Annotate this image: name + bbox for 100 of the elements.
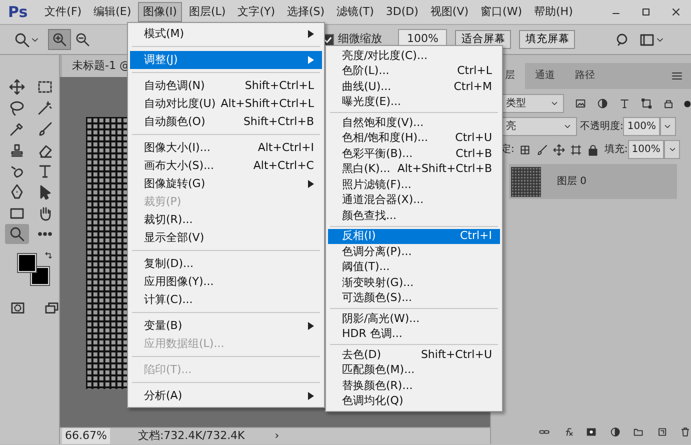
menu-item[interactable]: 色调分离(P)... [328, 244, 500, 260]
close-icon[interactable] [670, 6, 682, 18]
lock-paint-icon[interactable] [536, 144, 548, 156]
menu-bar-item[interactable]: 选择(S) [282, 2, 330, 22]
menu-item[interactable]: 调整(J) [130, 51, 322, 69]
menu-item[interactable]: HDR 色调... [328, 326, 500, 342]
maximize-icon[interactable] [640, 6, 652, 18]
menu-item[interactable]: 阈值(T)... [328, 260, 500, 275]
shortcut-text: Shift+Ctrl+L [244, 78, 314, 94]
shortcut-text: Ctrl+I [460, 228, 492, 244]
lasso-icon [9, 100, 25, 116]
status-menu-arrow[interactable]: › [274, 428, 280, 444]
menu-item[interactable]: 模式(M) [130, 25, 322, 43]
menu-bar-item[interactable]: 视图(V) [425, 2, 474, 22]
menu-item[interactable]: 曝光度(E)... [328, 94, 500, 110]
shortcut-text: Alt+Shift+Ctrl+B [397, 161, 492, 177]
text-icon [37, 163, 53, 179]
text-filter-icon[interactable] [618, 97, 630, 110]
menu-item[interactable]: 可选颜色(S)... [328, 290, 500, 306]
menu-item[interactable]: 阴影/高光(W)... [328, 311, 500, 326]
filter-dropdown[interactable]: 类型 [501, 94, 564, 113]
submenu-arrow-icon [308, 180, 314, 188]
menu-bar-item[interactable]: 窗口(W) [476, 2, 527, 22]
opacity-label: 不透明度: [580, 120, 624, 134]
menu-item[interactable]: 自动对比度(U) Alt+Shift+Ctrl+L [130, 95, 322, 113]
tool-button[interactable] [5, 224, 29, 244]
menu-item[interactable]: 通道混合器(X)... [328, 192, 500, 208]
menu-bar-item[interactable]: 滤镜(T) [332, 2, 379, 22]
lock-position-icon[interactable] [553, 144, 566, 156]
zoom-icon[interactable] [14, 32, 30, 48]
menu-item[interactable]: 色相/饱和度(H)... Ctrl+U [328, 130, 500, 146]
shortcut-text: Alt+Ctrl+C [253, 158, 314, 174]
menu-bar-item[interactable]: 文字(Y) [232, 2, 280, 22]
quick-mask-icon[interactable] [10, 300, 26, 316]
submenu-arrow-icon [308, 30, 314, 38]
menu-item[interactable]: 反相(I) Ctrl+I [328, 228, 500, 244]
layer-mask-icon[interactable] [586, 425, 597, 439]
foreground-color-swatch[interactable] [18, 254, 36, 272]
menu-bar-item[interactable]: 图层(L) [184, 2, 231, 22]
menu-item[interactable]: 替换颜色(R)... [328, 378, 500, 394]
menu-item[interactable]: 黑白(K)... Alt+Shift+Ctrl+B [328, 162, 500, 177]
menu-item[interactable]: 自动颜色(O) Shift+Ctrl+B [130, 113, 322, 131]
brush-icon [37, 121, 53, 137]
layer-row[interactable]: 图层 0 [509, 164, 677, 199]
menu-item[interactable]: 计算(C)... [130, 291, 322, 309]
new-layer-icon[interactable] [656, 425, 668, 439]
menu-item[interactable]: 应用图像(Y)... [130, 273, 322, 291]
panel-menu-icon[interactable] [671, 70, 683, 82]
shortcut-text: Shift+Ctrl+U [420, 346, 492, 362]
menu-item[interactable]: 显示全部(V) [130, 229, 322, 247]
swap-colors-icon[interactable] [44, 252, 53, 261]
menu-item[interactable]: 色彩平衡(B)... Ctrl+B [328, 146, 500, 162]
document-size-text: 文档:732.4K/732.4K [138, 428, 245, 444]
shape-filter-icon[interactable] [641, 97, 652, 110]
menu-item[interactable]: 自动色调(N) Shift+Ctrl+L [130, 77, 322, 95]
menu-item[interactable]: 复制(D)... [130, 255, 322, 273]
adjustment-layer-icon[interactable] [610, 425, 620, 439]
workspace-icon[interactable] [639, 32, 656, 48]
zoom-fit-button[interactable]: 填充屏幕 [519, 30, 576, 50]
screen-mode-icon[interactable] [44, 300, 59, 316]
panel-tab[interactable]: 通道 [525, 63, 565, 89]
menu-item[interactable]: 画布大小(S)... Alt+Ctrl+C [130, 157, 322, 175]
menu-item[interactable]: 颜色查找... [328, 208, 500, 224]
menu-bar-item[interactable]: 3D(D) [380, 2, 424, 22]
adjustment-filter-icon[interactable] [596, 97, 608, 110]
menu-item[interactable]: 匹配颜色(M)... [328, 362, 500, 378]
caret-icon [550, 99, 559, 108]
menu-bar-item[interactable]: 图像(I) [138, 2, 182, 22]
opacity-field[interactable]: 100% [623, 117, 660, 136]
menu-item[interactable]: 照片滤镜(F)... [328, 177, 500, 192]
menu-item[interactable]: 亮度/对比度(C)... [328, 48, 500, 64]
trash-icon[interactable] [680, 425, 691, 439]
menu-bar-item[interactable]: 文件(F) [40, 2, 87, 22]
shortcut-text: Shift+Ctrl+B [243, 114, 314, 130]
menu-item[interactable]: 去色(D) Shift+Ctrl+U [328, 347, 500, 362]
menu-item[interactable]: 色调均化(Q) [328, 394, 500, 409]
menu-item[interactable]: 图像旋转(G) [130, 175, 322, 193]
shortcut-text: Alt+Ctrl+I [258, 140, 314, 156]
zoom-level-field[interactable]: 66.67% [62, 428, 110, 444]
menu-item[interactable]: 裁切(R)... [130, 211, 322, 229]
menu-item[interactable]: 自然饱和度(V)... [328, 115, 500, 130]
image-filter-icon[interactable] [574, 97, 586, 110]
zoom-in-icon [52, 32, 67, 47]
menu-item[interactable]: 变量(B) [130, 317, 322, 335]
app-logo: Ps [7, 2, 29, 23]
shortcut-text: Ctrl+L [457, 63, 492, 79]
menu-item[interactable]: 渐变映射(G)... [328, 275, 500, 290]
menu-item[interactable]: 图像大小(I)... Alt+Ctrl+I [130, 139, 322, 157]
caret-icon [668, 145, 677, 154]
menu-item[interactable]: 分析(A) [130, 387, 322, 405]
lock-all-icon[interactable] [587, 144, 600, 156]
fill-field[interactable]: 100% [628, 140, 664, 159]
caret-icon [663, 122, 672, 131]
blend-mode-dropdown[interactable]: 亮 [501, 117, 577, 136]
menu-bar-item[interactable]: 帮助(H) [529, 2, 578, 22]
zoom-mode-button[interactable] [48, 29, 71, 50]
menu-bar-item[interactable]: 编辑(E) [88, 2, 136, 22]
lock-pixels-icon[interactable] [519, 144, 532, 156]
panel-tab[interactable]: 路径 [565, 63, 605, 89]
layer-name: 图层 0 [557, 175, 587, 189]
